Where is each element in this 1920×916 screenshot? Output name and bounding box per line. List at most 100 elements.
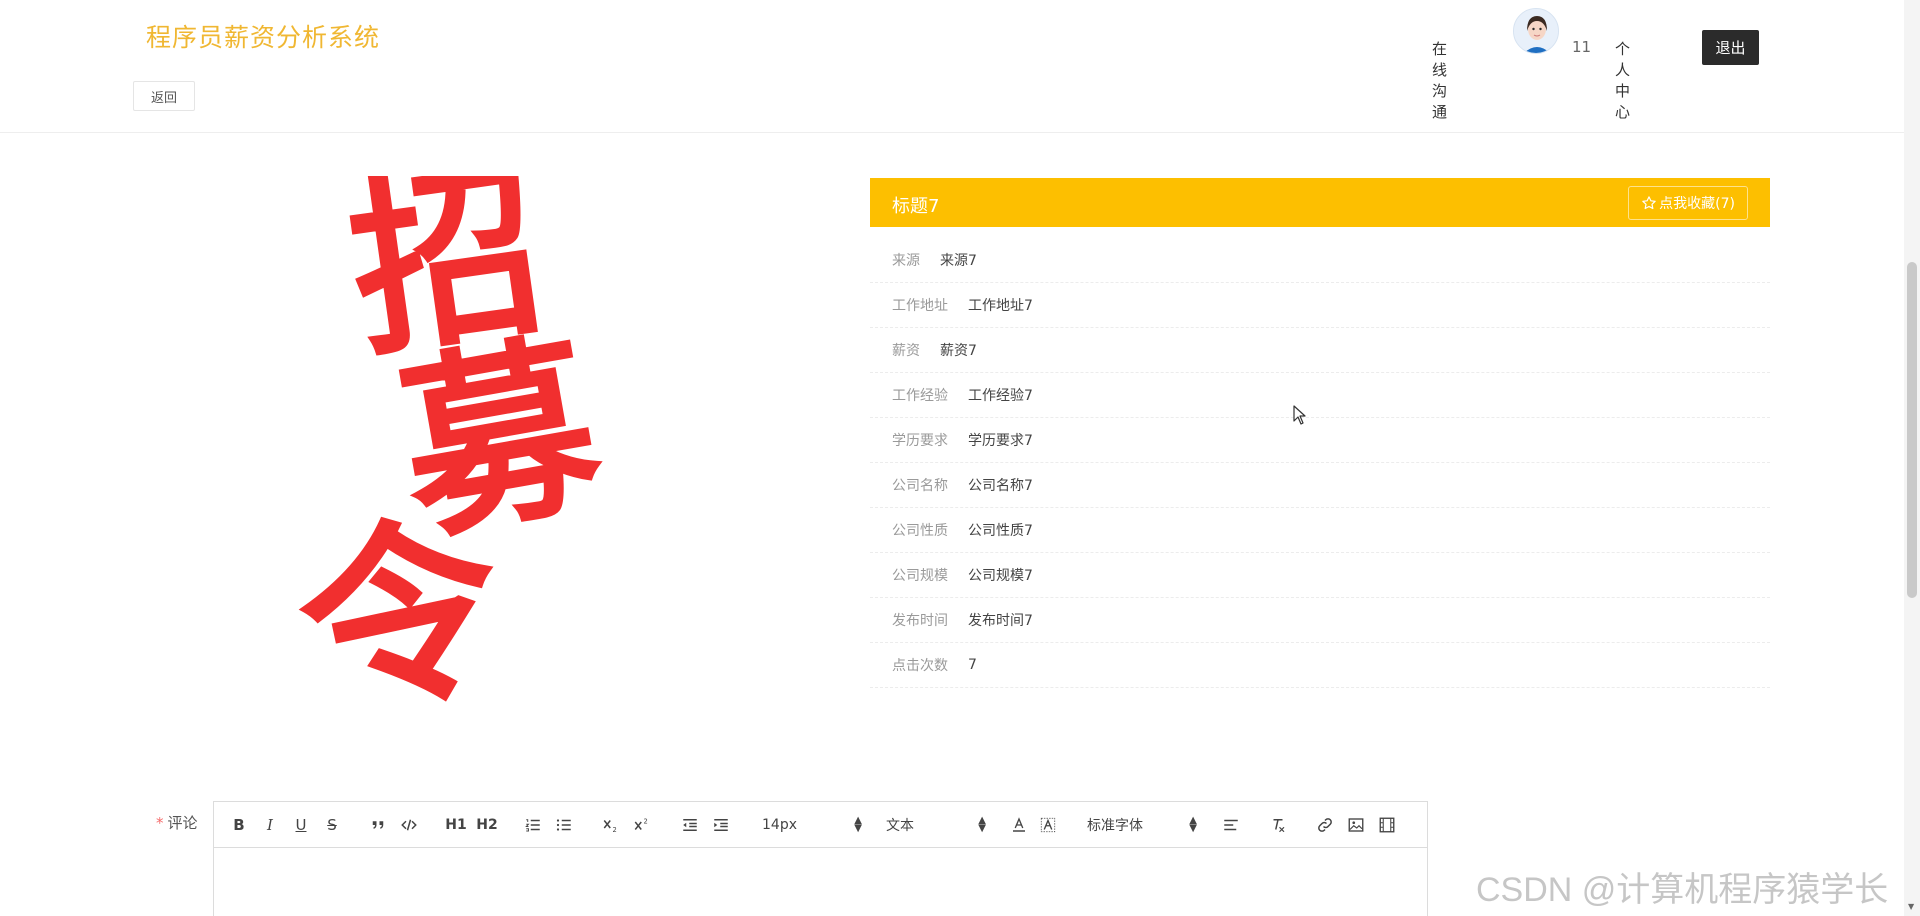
detail-row-education: 学历要求 学历要求7 [870,418,1770,463]
detail-row-work-address: 工作地址 工作地址7 [870,283,1770,328]
font-family-select[interactable]: 标准字体 ▲ ▼ [1087,814,1197,836]
scrollbar-thumb[interactable] [1907,262,1917,598]
row-label: 工作经验 [892,388,948,404]
header-select[interactable]: 文本 ▲ ▼ [886,814,986,836]
row-value: 来源7 [940,253,977,269]
svg-text:2: 2 [644,818,648,826]
subscript-icon: 2 [603,820,617,834]
row-label: 学历要求 [892,433,948,449]
mouse-cursor-icon [1293,405,1306,425]
blockquote-button[interactable] [366,814,390,836]
link-button[interactable] [1314,814,1336,836]
star-icon [1642,196,1656,210]
strike-button[interactable]: S [321,814,343,836]
subscript-button[interactable]: 2 [600,814,622,836]
header-select-value: 文本 [886,818,914,834]
row-label: 工作地址 [892,298,948,314]
font-family-value: 标准字体 [1087,818,1143,834]
font-color-icon [1013,817,1025,832]
row-label: 发布时间 [892,613,948,629]
quote-icon [372,821,384,829]
poster-image: 招 募 令 [256,176,688,708]
row-label: 公司性质 [892,523,948,539]
detail-list: 来源 来源7 工作地址 工作地址7 薪资 薪资7 工作经验 工作经验7 学历要求… [870,238,1770,688]
indent-button[interactable] [710,814,732,836]
font-size-select[interactable]: 14px ▲ ▼ [762,814,862,836]
detail-row-company-size: 公司规模 公司规模7 [870,553,1770,598]
row-value: 工作地址7 [968,298,1033,314]
image-button[interactable] [1345,814,1367,836]
select-arrows-icon: ▲ ▼ [854,815,862,834]
detail-row-publish-time: 发布时间 发布时间7 [870,598,1770,643]
bullet-list-icon [556,819,571,831]
row-value: 公司规模7 [968,568,1033,584]
indent-icon [714,819,728,831]
h1-button[interactable]: H1 [443,814,469,836]
ordered-list-button[interactable] [522,814,544,836]
h2-button[interactable]: H2 [474,814,500,836]
outdent-icon [683,819,697,831]
font-size-value: 14px [762,817,797,833]
header-divider [0,132,1904,133]
favorite-button[interactable]: 点我收藏(7) [1628,186,1748,220]
select-arrows-icon: ▲ ▼ [1189,815,1197,834]
code-block-button[interactable] [397,814,421,836]
row-label: 公司名称 [892,478,948,494]
align-button[interactable] [1220,814,1242,836]
detail-row-company-name: 公司名称 公司名称7 [870,463,1770,508]
image-icon [1348,818,1364,832]
detail-title: 标题7 [892,196,940,217]
video-button[interactable] [1376,814,1398,836]
italic-button[interactable]: I [259,814,281,836]
back-button[interactable]: 返回 [133,81,195,111]
comment-label-text: 评论 [167,814,198,832]
avatar[interactable] [1513,8,1559,54]
row-value: 学历要求7 [968,433,1033,449]
editor-toolbar: B I U S H1 H2 2 2 14px ▲ ▼ 文本 ▲ ▼ 标准字体 ▲… [214,802,1427,848]
row-label: 薪资 [892,343,920,359]
row-value: 发布时间7 [968,613,1033,629]
detail-row-salary: 薪资 薪资7 [870,328,1770,373]
underline-button[interactable]: U [290,814,312,836]
row-label: 公司规模 [892,568,948,584]
favorite-label: 点我收藏(7) [1659,196,1735,212]
site-title[interactable]: 程序员薪资分析系统 [146,18,380,54]
superscript-button[interactable]: 2 [631,814,653,836]
scroll-down-icon[interactable]: ▼ [1908,902,1914,911]
superscript-icon: 2 [634,818,648,830]
link-icon [1318,818,1332,832]
detail-row-click-count: 点击次数 7 [870,643,1770,688]
background-color-icon [1040,817,1056,833]
code-icon [401,819,417,831]
user-count: 11 [1572,38,1592,56]
nav-online-chat[interactable]: 在线沟通 [1432,38,1447,122]
page: 程序员薪资分析系统 返回 在线沟通 11 个人中心 退出 招 募 令 标题7 点… [0,0,1920,916]
avatar-image [1514,9,1558,53]
required-mark: * [156,814,164,832]
detail-row-source: 来源 来源7 [870,238,1770,283]
bullet-list-button[interactable] [553,814,575,836]
row-label: 点击次数 [892,658,948,674]
comment-editor: B I U S H1 H2 2 2 14px ▲ ▼ 文本 ▲ ▼ 标准字体 ▲… [213,801,1428,916]
row-value: 工作经验7 [968,388,1033,404]
video-icon [1379,817,1395,833]
align-left-icon [1224,819,1238,831]
watermark: CSDN @计算机程序猿学长 [1476,871,1889,909]
background-color-button[interactable] [1037,814,1059,836]
row-value: 薪资7 [940,343,977,359]
svg-text:2: 2 [613,826,617,834]
clear-format-icon [1273,819,1285,833]
clear-format-button[interactable] [1267,814,1289,836]
logout-button[interactable]: 退出 [1702,30,1759,65]
ordered-list-icon [525,819,540,832]
detail-row-company-type: 公司性质 公司性质7 [870,508,1770,553]
outdent-button[interactable] [679,814,701,836]
bold-button[interactable]: B [228,814,250,836]
row-label: 来源 [892,253,920,269]
select-arrows-icon: ▲ ▼ [978,815,986,834]
font-color-button[interactable] [1008,814,1030,836]
row-value: 公司性质7 [968,523,1033,539]
nav-personal-center[interactable]: 个人中心 [1615,38,1630,122]
detail-row-experience: 工作经验 工作经验7 [870,373,1770,418]
row-value: 公司名称7 [968,478,1033,494]
